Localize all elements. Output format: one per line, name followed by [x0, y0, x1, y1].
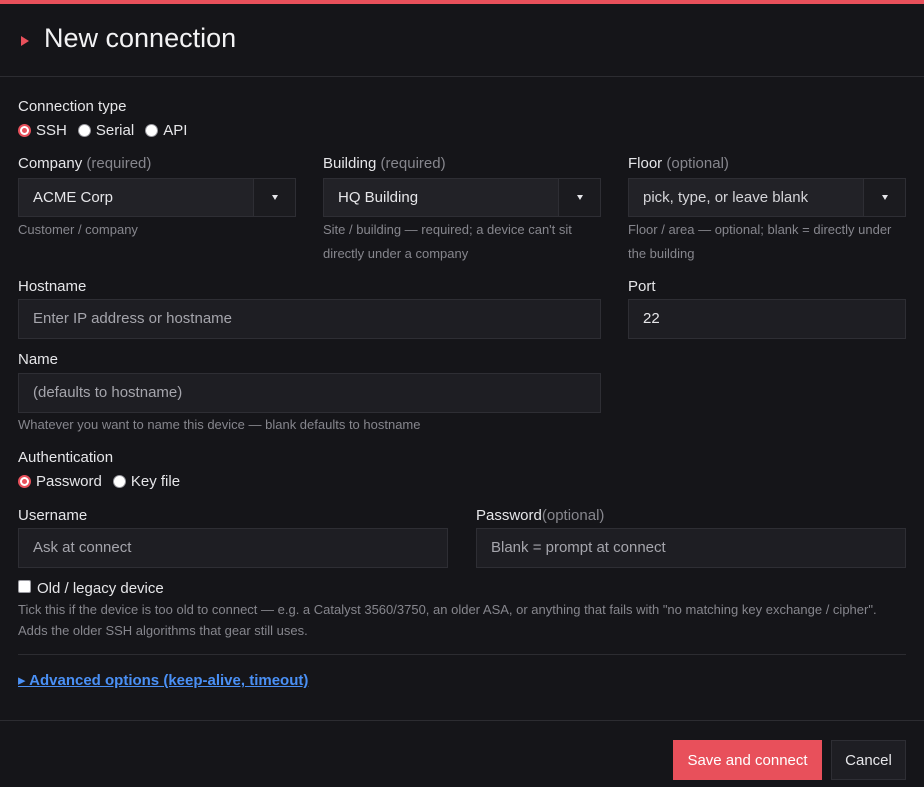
chevron-down-icon — [882, 195, 888, 200]
save-and-connect-button[interactable]: Save and connect — [673, 740, 822, 780]
building-select-value: HQ Building — [338, 189, 419, 206]
legacy-device-hint: Tick this if the device is too old to co… — [18, 602, 877, 638]
password-label: Password(optional) — [476, 507, 604, 524]
company-hint: Customer / company — [18, 222, 138, 237]
radio-password-label: Password — [36, 473, 102, 490]
radio-key-file-label: Key file — [130, 473, 181, 490]
port-value: 22 — [643, 310, 660, 327]
username-placeholder: Ask at connect — [33, 539, 132, 556]
floor-select-placeholder: pick, type, or leave blank — [643, 189, 809, 206]
building-dropdown-button[interactable] — [558, 179, 600, 216]
radio-unselected-icon[interactable] — [145, 124, 159, 137]
radio-api[interactable]: API — [145, 122, 187, 139]
username-input[interactable]: Ask at connect — [18, 528, 448, 568]
building-hint: Site / building — required; a device can… — [323, 222, 572, 261]
hostname-placeholder: Enter IP address or hostname — [33, 310, 232, 327]
footer-divider — [0, 720, 924, 721]
radio-ssh[interactable]: SSH — [18, 122, 67, 139]
radio-api-label: API — [163, 122, 188, 139]
password-input[interactable]: Blank = prompt at connect — [476, 528, 906, 568]
floor-qualifier: (optional) — [666, 155, 729, 172]
company-qualifier: (required) — [86, 155, 152, 172]
advanced-options-link[interactable]: ▸ Advanced options (keep-alive, timeout) — [18, 671, 308, 689]
connection-type-label: Connection type — [18, 98, 127, 115]
chevron-down-icon — [272, 195, 278, 200]
floor-label: Floor (optional) — [628, 155, 729, 172]
connection-type-group: SSH Serial API — [18, 122, 198, 139]
radio-serial-label: Serial — [95, 122, 135, 139]
legacy-device-label[interactable]: Old / legacy device — [37, 580, 164, 597]
password-placeholder: Blank = prompt at connect — [491, 539, 666, 556]
name-placeholder: (defaults to hostname) — [33, 384, 183, 401]
radio-unselected-icon[interactable] — [112, 475, 126, 488]
building-label: Building (required) — [323, 155, 446, 172]
dialog-header: New connection — [0, 4, 924, 77]
name-hint: Whatever you want to name this device — … — [18, 417, 421, 432]
authentication-group: Password Key file — [18, 473, 191, 490]
radio-key-file[interactable]: Key file — [112, 473, 181, 490]
legacy-device-checkbox[interactable] — [18, 580, 31, 593]
company-select-value: ACME Corp — [33, 189, 114, 206]
caret-right-icon — [21, 36, 29, 46]
section-divider — [18, 654, 906, 655]
radio-unselected-icon[interactable] — [77, 124, 91, 137]
username-label: Username — [18, 507, 88, 524]
chevron-down-icon — [577, 195, 583, 200]
name-input[interactable]: (defaults to hostname) — [18, 373, 601, 413]
building-select[interactable]: HQ Building — [323, 178, 601, 217]
radio-selected-icon[interactable] — [18, 124, 31, 137]
building-qualifier: (required) — [380, 155, 446, 172]
floor-dropdown-button[interactable] — [863, 179, 905, 216]
floor-label-text: Floor — [628, 155, 663, 172]
password-label-text: Password — [476, 507, 542, 524]
company-label: Company (required) — [18, 155, 151, 172]
building-label-text: Building — [323, 155, 377, 172]
page-title: New connection — [44, 23, 237, 53]
company-label-text: Company — [18, 155, 83, 172]
radio-password[interactable]: Password — [18, 473, 102, 490]
radio-selected-icon[interactable] — [18, 475, 31, 488]
port-input[interactable]: 22 — [628, 299, 906, 339]
password-qualifier: (optional) — [541, 507, 605, 524]
name-label: Name — [18, 351, 59, 368]
floor-select[interactable]: pick, type, or leave blank — [628, 178, 906, 217]
authentication-label: Authentication — [18, 449, 114, 466]
hostname-label: Hostname — [18, 278, 87, 295]
floor-hint: Floor / area — optional; blank = directl… — [628, 222, 892, 261]
company-dropdown-button[interactable] — [253, 179, 295, 216]
radio-serial[interactable]: Serial — [77, 122, 135, 139]
cancel-button[interactable]: Cancel — [831, 740, 906, 780]
port-label: Port — [628, 278, 656, 295]
radio-ssh-label: SSH — [36, 122, 67, 139]
company-select[interactable]: ACME Corp — [18, 178, 296, 217]
hostname-input[interactable]: Enter IP address or hostname — [18, 299, 601, 339]
